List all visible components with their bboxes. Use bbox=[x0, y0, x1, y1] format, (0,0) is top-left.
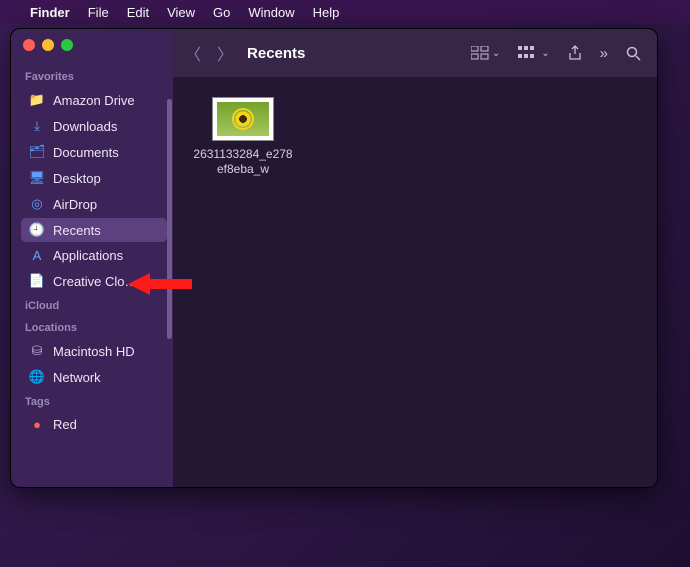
grid-icon bbox=[471, 46, 489, 60]
macos-menubar: Finder File Edit View Go Window Help bbox=[0, 0, 690, 24]
share-icon bbox=[568, 45, 582, 61]
sidebar-item-label: Recents bbox=[53, 223, 101, 238]
tag-color-icon: ● bbox=[29, 417, 45, 432]
sidebar-item-label: AirDrop bbox=[53, 197, 97, 212]
file-name-label: 2631133284_e278ef8eba_w bbox=[193, 147, 293, 177]
sidebar-item-macintosh-hd[interactable]: ⛁ Macintosh HD bbox=[21, 339, 167, 363]
close-window-button[interactable] bbox=[23, 39, 35, 51]
sidebar-item-downloads[interactable]: ⤓ Downloads bbox=[21, 114, 167, 138]
sidebar-item-tag-red[interactable]: ● Red bbox=[21, 413, 167, 436]
applications-icon: A bbox=[29, 248, 45, 263]
search-icon bbox=[626, 46, 641, 61]
sidebar-item-label: Downloads bbox=[53, 119, 117, 134]
chevron-double-right-icon: » bbox=[600, 45, 608, 62]
file-grid[interactable]: 2631133284_e278ef8eba_w bbox=[173, 77, 657, 487]
sidebar-item-label: Macintosh HD bbox=[53, 344, 135, 359]
toolbar-overflow-button[interactable]: » bbox=[596, 43, 612, 64]
file-item[interactable]: 2631133284_e278ef8eba_w bbox=[193, 97, 293, 177]
menu-window[interactable]: Window bbox=[248, 5, 294, 20]
section-icloud-label: iCloud bbox=[25, 300, 163, 312]
sidebar-item-airdrop[interactable]: ◎ AirDrop bbox=[21, 192, 167, 216]
menu-help[interactable]: Help bbox=[313, 5, 340, 20]
sidebar-item-applications[interactable]: A Applications bbox=[21, 244, 167, 267]
menu-view[interactable]: View bbox=[167, 5, 195, 20]
sidebar-scrollbar[interactable] bbox=[167, 99, 173, 359]
sidebar-item-label: Amazon Drive bbox=[53, 93, 135, 108]
chevron-updown-icon: ⌄ bbox=[492, 48, 500, 59]
sidebar-item-network[interactable]: 🌐 Network bbox=[21, 365, 167, 389]
sidebar-item-label: Applications bbox=[53, 248, 123, 263]
search-button[interactable] bbox=[622, 44, 645, 63]
desktop-icon: 🖥 bbox=[29, 170, 45, 186]
file-icon: 📄 bbox=[29, 273, 45, 289]
group-button[interactable]: ⌄ bbox=[514, 44, 553, 62]
view-icons-button[interactable]: ⌄ bbox=[467, 44, 504, 62]
sidebar-item-label: Documents bbox=[53, 145, 119, 160]
main-pane: 〈 〉 Recents ⌄ ⌄ » bbox=[173, 29, 657, 487]
sidebar-item-label: Desktop bbox=[53, 171, 101, 186]
forward-button[interactable]: 〉 bbox=[217, 41, 233, 65]
globe-icon: 🌐 bbox=[29, 369, 45, 385]
back-button[interactable]: 〈 bbox=[185, 41, 201, 65]
sidebar: Favorites 📁 Amazon Drive ⤓ Downloads 🗂 D… bbox=[11, 29, 173, 487]
sidebar-item-recents[interactable]: 🕘 Recents bbox=[21, 218, 167, 242]
window-title: Recents bbox=[247, 45, 305, 62]
sidebar-item-label: Red bbox=[53, 417, 77, 432]
sidebar-item-label: Creative Clo… bbox=[53, 274, 138, 289]
fullscreen-window-button[interactable] bbox=[61, 39, 73, 51]
section-favorites-label: Favorites bbox=[25, 71, 163, 83]
section-locations-label: Locations bbox=[25, 322, 163, 334]
window-controls bbox=[21, 39, 167, 51]
folder-icon: 📁 bbox=[29, 92, 45, 108]
sidebar-item-amazon-drive[interactable]: 📁 Amazon Drive bbox=[21, 88, 167, 112]
sidebar-item-desktop[interactable]: 🖥 Desktop bbox=[21, 166, 167, 190]
documents-icon: 🗂 bbox=[29, 144, 45, 160]
sidebar-item-label: Network bbox=[53, 370, 101, 385]
hdd-icon: ⛁ bbox=[29, 343, 45, 359]
app-name[interactable]: Finder bbox=[30, 5, 70, 20]
sidebar-item-creative-cloud[interactable]: 📄 Creative Clo… bbox=[21, 269, 167, 293]
menu-edit[interactable]: Edit bbox=[127, 5, 149, 20]
sidebar-item-documents[interactable]: 🗂 Documents bbox=[21, 140, 167, 164]
clock-icon: 🕘 bbox=[29, 222, 45, 238]
share-button[interactable] bbox=[564, 43, 586, 63]
file-thumbnail bbox=[212, 97, 274, 141]
toolbar: 〈 〉 Recents ⌄ ⌄ » bbox=[173, 29, 657, 77]
section-tags-label: Tags bbox=[25, 396, 163, 408]
chevron-down-icon: ⌄ bbox=[541, 48, 549, 59]
download-icon: ⤓ bbox=[29, 118, 45, 134]
airdrop-icon: ◎ bbox=[29, 196, 45, 212]
menu-go[interactable]: Go bbox=[213, 5, 230, 20]
finder-window: Favorites 📁 Amazon Drive ⤓ Downloads 🗂 D… bbox=[10, 28, 658, 488]
menu-file[interactable]: File bbox=[88, 5, 109, 20]
minimize-window-button[interactable] bbox=[42, 39, 54, 51]
group-icon bbox=[518, 46, 538, 60]
